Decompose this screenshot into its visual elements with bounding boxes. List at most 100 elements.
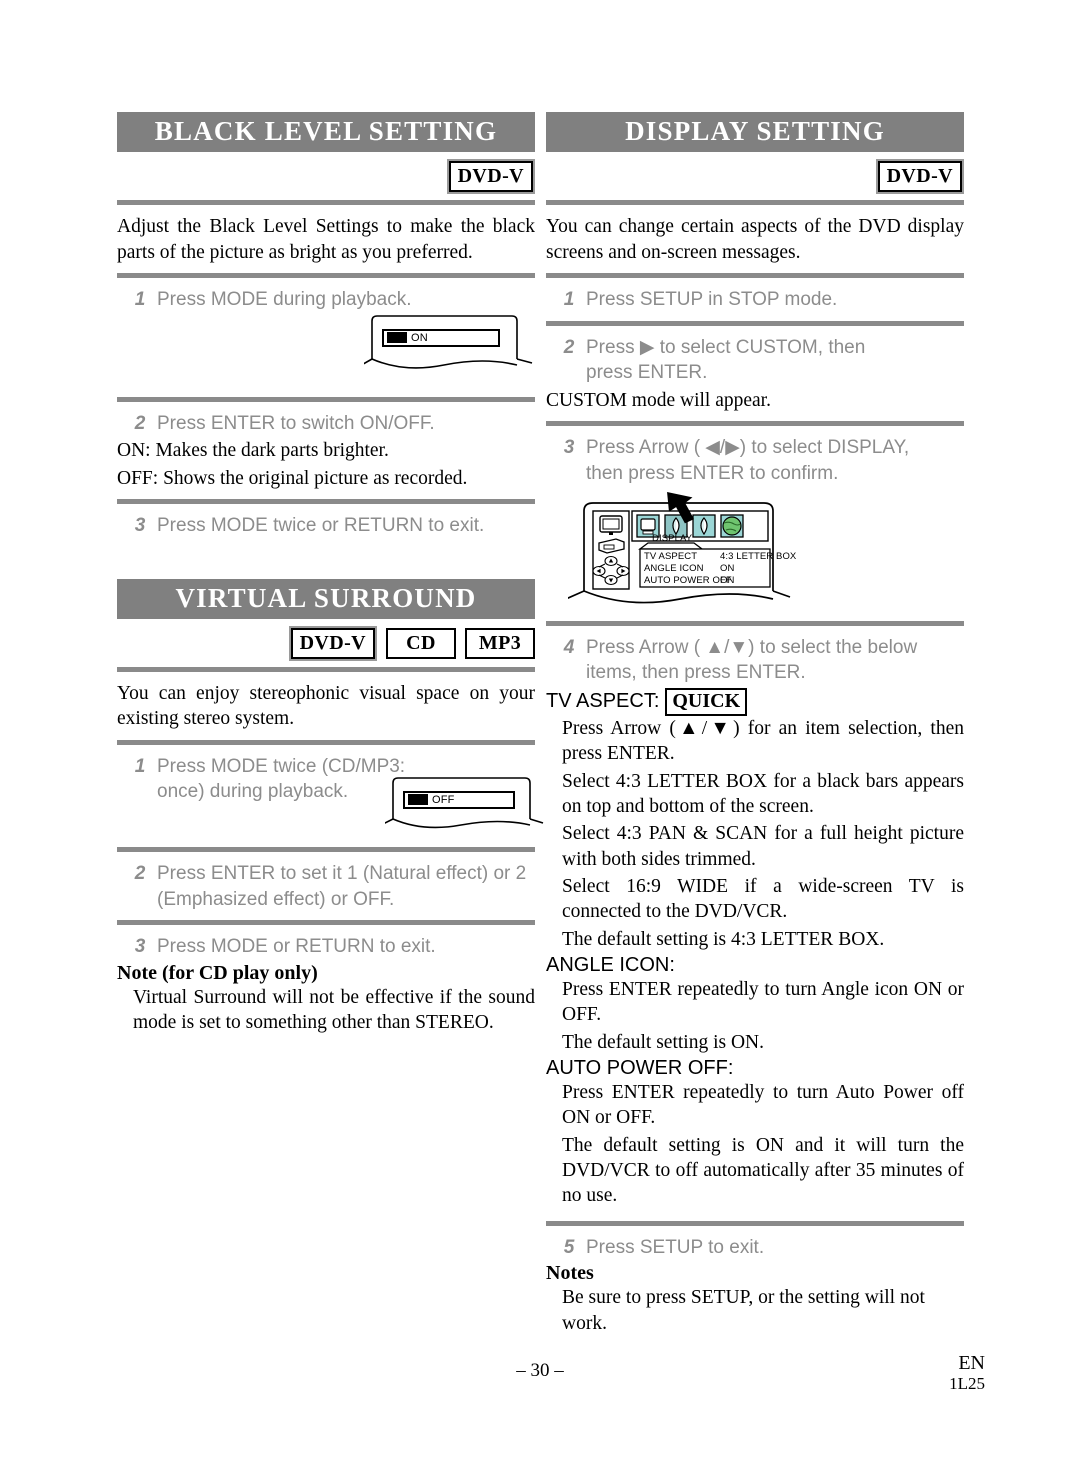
step-text: Press MODE or RETURN to exit. — [157, 936, 436, 958]
setting-heading-angle-icon: ANGLE ICON: — [546, 954, 964, 977]
step-text: Press ENTER to set it 1 (Natural effect)… — [157, 862, 527, 910]
custom-mode-note: CUSTOM mode will appear. — [546, 389, 771, 411]
step-text: Press MODE during playback. — [157, 289, 412, 311]
intro-paragraph-display-setting: You can change certain aspects of the DV… — [546, 216, 964, 263]
language-code: EN — [958, 1352, 985, 1374]
step-number: 1 — [134, 289, 146, 311]
format-badge-mp3: MP3 — [465, 627, 535, 659]
angle-icon-line: The default setting is ON. — [562, 1031, 764, 1053]
setting-heading-tv-aspect: TV ASPECT: QUICK — [546, 687, 964, 716]
step-number: 3 — [134, 515, 146, 536]
footer-codes: EN 1L25 — [949, 1352, 985, 1393]
step-text: Press MODE twice or RETURN to exit. — [157, 515, 485, 536]
step-number: 2 — [134, 862, 146, 884]
divider — [117, 739, 535, 745]
step-item: 3 Press Arrow ( ◀/▶) to select DISPLAY, … — [546, 435, 964, 486]
step-text: Press ▶ to select CUSTOM, then press ENT… — [586, 336, 866, 384]
step-item: 3 Press MODE twice or RETURN to exit. — [117, 513, 535, 539]
divider — [546, 421, 964, 427]
osd-value-label: ON — [411, 331, 428, 344]
menu-row-value-angle-icon: ON — [720, 562, 735, 574]
setting-heading-label: ANGLE ICON: — [546, 953, 675, 976]
step-number: 2 — [134, 412, 146, 434]
step-item: 2 Press ENTER to set it 1 (Natural effec… — [117, 861, 535, 912]
page-number: – 30 – — [516, 1360, 564, 1381]
divider — [546, 273, 964, 279]
osd-value-field: OFF — [403, 790, 515, 809]
divider — [117, 499, 535, 504]
tv-aspect-line: Select 16:9 WIDE if a wide-screen TV is … — [562, 875, 964, 923]
divider — [546, 200, 964, 206]
step-item: 3 Press MODE or RETURN to exit. — [117, 934, 535, 960]
tv-aspect-line: Select 4:3 PAN & SCAN for a full height … — [562, 823, 964, 870]
divider — [117, 200, 535, 206]
setting-heading-label: TV ASPECT: — [546, 690, 660, 713]
osd-illustration-off: OFF — [117, 777, 544, 839]
osd-screen-outline — [357, 314, 533, 369]
step-item: 4 Press Arrow ( ▲/▼) to select the below… — [546, 635, 964, 686]
divider — [117, 273, 535, 279]
document-code: 1L25 — [949, 1373, 985, 1393]
menu-row-label-tv-aspect: TV ASPECT — [644, 550, 698, 562]
step-number: 3 — [563, 437, 575, 459]
intro-paragraph-black-level: Adjust the Black Level Settings to make … — [117, 216, 535, 263]
osd-value-field: ON — [382, 328, 500, 347]
off-description: OFF: Shows the original picture as recor… — [117, 467, 468, 489]
section-display-setting: DISPLAY SETTING DVD-V You can change cer… — [546, 112, 964, 1336]
quick-badge: QUICK — [665, 687, 748, 716]
divider — [546, 320, 964, 326]
format-badge-dvd-v: DVD-V — [877, 161, 962, 193]
note-title: Note (for CD play only) — [117, 961, 318, 984]
divider — [117, 666, 535, 672]
step-number: 1 — [134, 755, 146, 777]
step-item: 1 Press MODE during playback. — [117, 287, 535, 313]
menu-tab-label: DISPLAY — [652, 532, 693, 544]
setting-heading-auto-power-off: AUTO POWER OFF: — [546, 1057, 964, 1080]
format-badges-display-setting: DVD-V — [546, 161, 964, 193]
step-number: 1 — [563, 289, 575, 311]
format-badge-dvd-v: DVD-V — [290, 627, 375, 659]
auto-power-off-line: Press ENTER repeatedly to turn Auto Powe… — [562, 1081, 964, 1129]
setup-menu-drawing — [565, 491, 791, 603]
left-column: BLACK LEVEL SETTING DVD-V Adjust the Bla… — [117, 112, 544, 1038]
right-column: DISPLAY SETTING DVD-V You can change cer… — [546, 112, 964, 1338]
format-badge-cd: CD — [386, 627, 456, 659]
tv-aspect-line: The default setting is 4:3 LETTER BOX. — [562, 928, 885, 950]
section-title-display-setting: DISPLAY SETTING — [546, 112, 964, 153]
intro-paragraph-virtual-surround: You can enjoy stereophonic visual space … — [117, 682, 535, 730]
osd-color-swatch — [408, 794, 428, 806]
step-number: 5 — [563, 1236, 575, 1258]
manual-page: BLACK LEVEL SETTING DVD-V Adjust the Bla… — [0, 0, 1080, 1477]
on-description: ON: Makes the dark parts brighter. — [117, 440, 389, 462]
angle-icon-line: Press ENTER repeatedly to turn Angle ico… — [562, 978, 964, 1026]
menu-row-label-angle-icon: ANGLE ICON — [644, 562, 704, 574]
step-number: 4 — [563, 636, 575, 658]
menu-row-value-auto-power-off: ON — [720, 574, 735, 586]
step-text: Press Arrow ( ◀/▶) to select DISPLAY, th… — [586, 437, 910, 484]
section-title-black-level: BLACK LEVEL SETTING — [117, 112, 535, 153]
divider — [117, 396, 535, 402]
step-number: 3 — [134, 936, 146, 958]
step-item: 2 Press ENTER to switch ON/OFF. — [117, 411, 535, 437]
step-text: Press SETUP to exit. — [586, 1236, 765, 1258]
section-title-virtual-surround: VIRTUAL SURROUND — [117, 578, 535, 619]
osd-color-swatch — [387, 332, 407, 344]
menu-row-value-tv-aspect: 4:3 LETTER BOX — [720, 550, 797, 562]
osd-screen: OFF — [376, 777, 545, 837]
divider — [546, 620, 964, 626]
notes-title: Notes — [546, 1262, 594, 1285]
tv-aspect-line: Select 4:3 LETTER BOX for a black bars a… — [562, 770, 964, 817]
osd-illustration-on: ON — [117, 314, 535, 389]
divider — [546, 1220, 964, 1226]
section-virtual-surround: VIRTUAL SURROUND DVD-V CD MP3 You can en… — [117, 578, 544, 1036]
divider — [117, 920, 535, 926]
auto-power-off-line: The default setting is ON and it will tu… — [562, 1134, 964, 1207]
section-black-level-setting: BLACK LEVEL SETTING DVD-V Adjust the Bla… — [117, 112, 535, 539]
step-text: Press Arrow ( ▲/▼) to select the below i… — [586, 636, 918, 684]
step-number: 2 — [563, 336, 575, 358]
setting-heading-label: AUTO POWER OFF: — [546, 1056, 734, 1079]
step-item: 1 Press SETUP in STOP mode. — [546, 287, 964, 313]
step-item: 5 Press SETUP to exit. — [546, 1235, 964, 1261]
osd-screen: ON — [357, 314, 533, 375]
format-badge-dvd-v: DVD-V — [448, 161, 533, 193]
